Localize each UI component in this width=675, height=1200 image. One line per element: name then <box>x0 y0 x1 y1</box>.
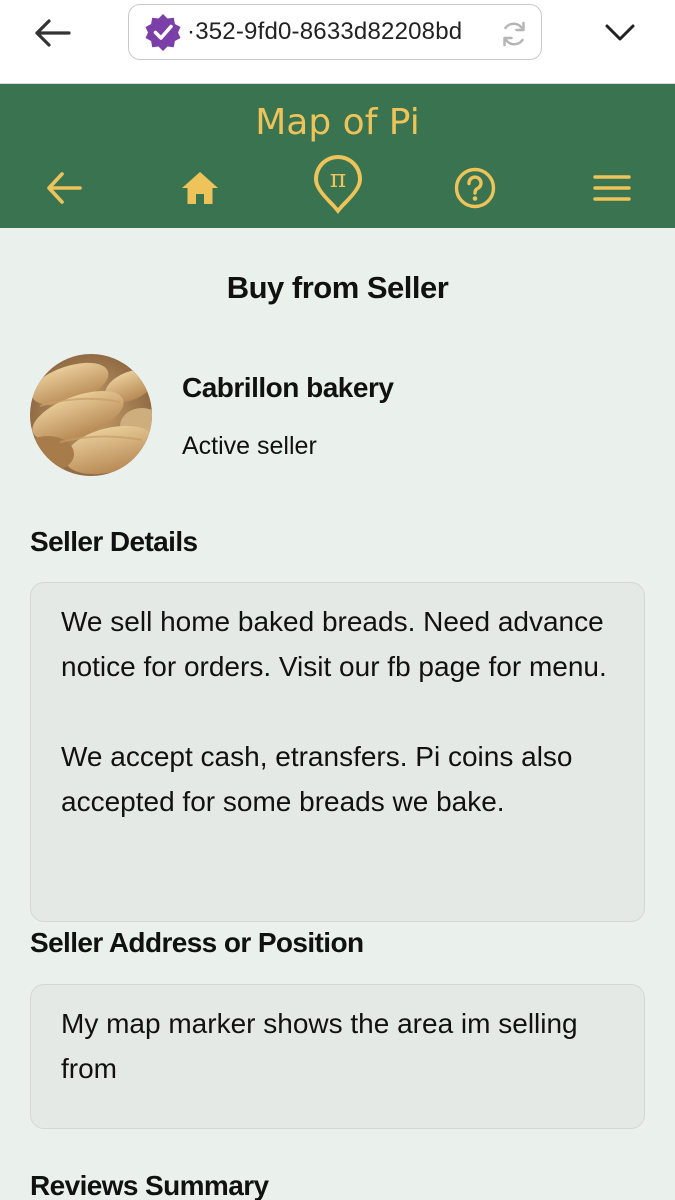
url-text: ·352-9fd0-8633d82208bd <box>187 18 463 45</box>
verified-badge-icon <box>145 14 181 51</box>
menu-button[interactable] <box>588 164 636 212</box>
browser-back-button[interactable] <box>30 14 74 52</box>
reviews-summary-heading: Reviews Summary <box>30 1170 269 1200</box>
seller-avatar[interactable] <box>30 354 152 476</box>
reload-icon[interactable] <box>499 19 529 49</box>
seller-address-box: My map marker shows the area im selling … <box>30 984 645 1129</box>
chevron-down-icon <box>605 24 635 41</box>
back-button[interactable] <box>40 164 88 212</box>
help-icon <box>454 167 496 209</box>
seller-name: Cabrillon bakery <box>182 372 394 403</box>
browser-menu-button[interactable] <box>602 16 638 50</box>
home-button[interactable] <box>176 164 224 212</box>
seller-address-heading: Seller Address or Position <box>30 927 364 958</box>
hamburger-menu-icon <box>593 175 631 201</box>
bread-image <box>30 354 152 476</box>
seller-status: Active seller <box>182 432 317 460</box>
seller-details-heading: Seller Details <box>30 526 198 557</box>
app-title: Map of Pi <box>255 102 420 143</box>
pi-glyph: π <box>330 164 346 193</box>
page-title: Buy from Seller <box>226 270 449 305</box>
back-arrow-icon <box>47 172 82 204</box>
app-header: Map of Pi π <box>0 84 675 228</box>
address-bar[interactable]: ·352-9fd0-8633d82208bd <box>128 4 542 60</box>
map-button[interactable]: π <box>311 154 365 216</box>
arrow-left-icon <box>35 19 71 47</box>
seller-details-box: We sell home baked breads. Need advance … <box>30 582 645 922</box>
home-icon <box>182 172 218 204</box>
help-button[interactable] <box>451 164 499 212</box>
browser-toolbar: ·352-9fd0-8633d82208bd <box>0 0 675 84</box>
pi-location-icon: π <box>314 155 362 214</box>
